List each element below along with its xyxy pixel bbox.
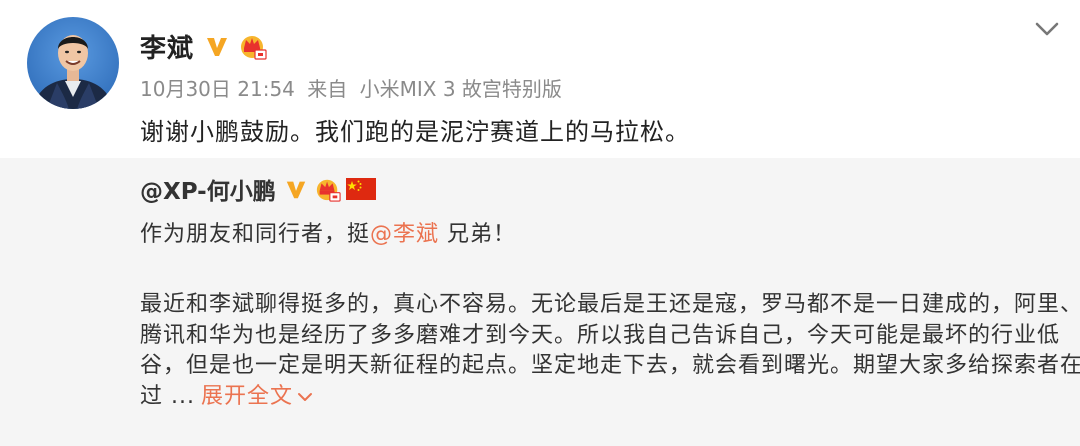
chevron-down-icon[interactable] xyxy=(1034,16,1060,42)
chevron-down-icon xyxy=(298,392,312,401)
post-source-device: 小米MIX 3 故宫特别版 xyxy=(359,77,562,101)
repost-card[interactable]: @XP-何小鹏 作为朋友和同行者，挺@李斌 兄弟！ 最近和李斌聊得挺多的，真心不… xyxy=(0,158,1080,446)
repost-author-row: @XP-何小鹏 xyxy=(140,172,376,206)
repost-body-line: 腾讯和华为也是经历了多多磨难才到今天。所以我自己告诉自己，今天可能是最坏的行业低 xyxy=(140,322,1061,348)
expand-full-text-link[interactable]: 展开全文 xyxy=(201,384,313,409)
crown-badge-icon xyxy=(241,36,267,60)
repost-body-line: 谷，但是也一定是明天新征程的起点。坚定地走下去，就会看到曙光。期望大家多给探索者… xyxy=(140,353,1080,378)
verified-v-icon xyxy=(207,38,228,56)
post-text: 谢谢小鹏鼓励。我们跑的是泥泞赛道上的马拉松。 xyxy=(140,118,690,146)
avatar-photo xyxy=(27,17,119,109)
post-source-prefix: 来自 xyxy=(307,77,348,101)
repost-body-line: 过 ... xyxy=(140,383,195,409)
repost-intro-suffix: 兄弟！ xyxy=(439,222,517,247)
expand-label: 展开全文 xyxy=(200,383,293,409)
crown-badge-icon xyxy=(316,179,341,202)
china-flag-icon xyxy=(345,178,376,200)
verified-v-icon xyxy=(286,181,305,199)
mention-link[interactable]: @李斌 xyxy=(370,222,439,247)
repost-body-last-line: 过 ... 展开全文 xyxy=(140,382,1050,413)
author-row: 李斌 xyxy=(140,26,268,66)
repost-author-name[interactable]: @XP-何小鹏 xyxy=(140,172,276,206)
post-meta: 10月30日 21:54 来自 小米MIX 3 故宫特别版 xyxy=(140,73,568,102)
author-name[interactable]: 李斌 xyxy=(140,28,194,65)
post-timestamp[interactable]: 10月30日 21:54 xyxy=(140,77,295,101)
repost-body-line: 最近和李斌聊得挺多的，真心不容易。无论最后是王还是寇，罗马都不是一日建成的，阿里… xyxy=(140,292,1080,317)
weibo-post: 李斌 10月30日 21:54 来自 小米MIX 3 故宫特别版 谢谢小鹏鼓励。… xyxy=(0,0,1080,446)
avatar[interactable] xyxy=(27,17,119,109)
repost-intro-prefix: 作为朋友和同行者，挺 xyxy=(140,222,371,247)
repost-body: 最近和李斌聊得挺多的，真心不容易。无论最后是王还是寇，罗马都不是一日建成的，阿里… xyxy=(140,290,1080,413)
repost-intro-line: 作为朋友和同行者，挺@李斌 兄弟！ xyxy=(140,216,516,248)
